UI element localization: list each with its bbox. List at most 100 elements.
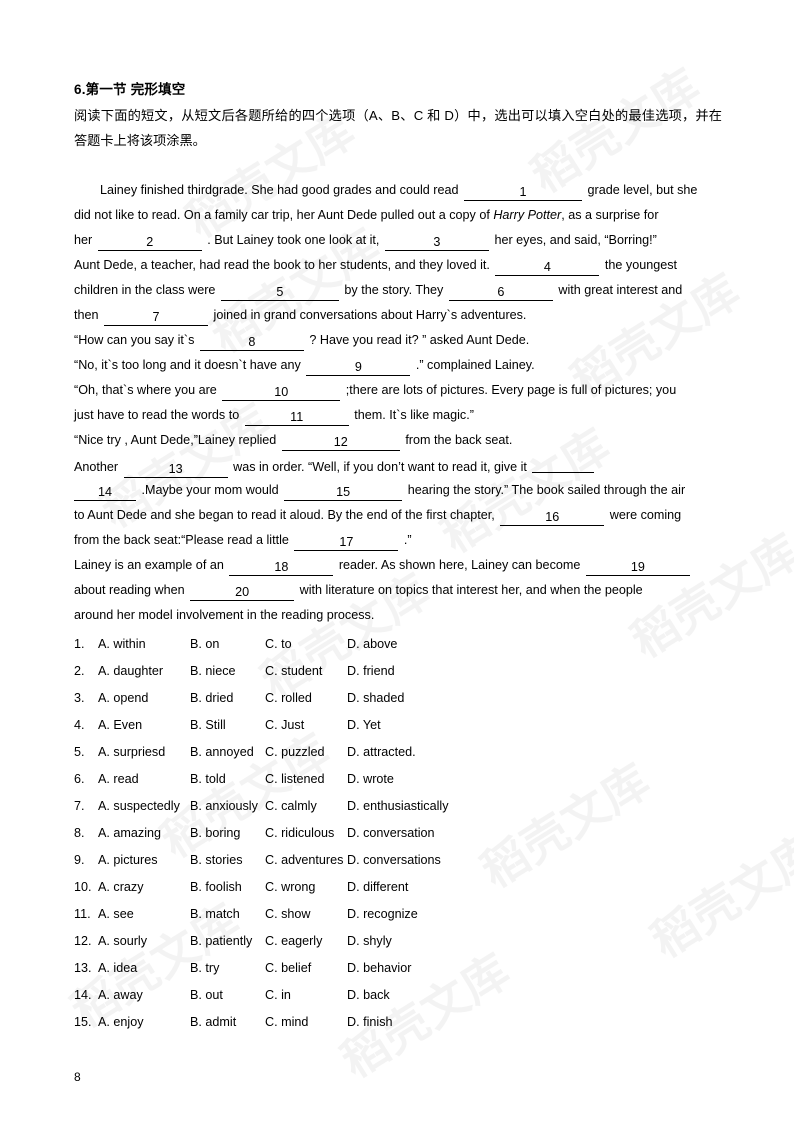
passage-line: around her model involvement in the read…	[74, 603, 722, 628]
option-choice-b[interactable]: B. niece	[190, 664, 265, 678]
option-choice-c[interactable]: C. in	[265, 988, 347, 1002]
option-number: 15.	[74, 1014, 92, 1029]
answer-blank-3[interactable]: 3	[384, 233, 489, 251]
option-choice-c[interactable]: C. wrong	[265, 880, 347, 894]
passage-line: then 7 joined in grand conversations abo…	[74, 303, 722, 328]
option-choice-c[interactable]: C. ridiculous	[265, 826, 347, 840]
option-choice-b[interactable]: B. on	[190, 637, 265, 651]
option-choice-a[interactable]: A. opend	[98, 691, 190, 705]
option-choice-b[interactable]: B. told	[190, 772, 265, 786]
option-choice-d[interactable]: D. shyly	[347, 934, 392, 948]
answer-blank-9[interactable]: 9	[306, 358, 411, 376]
option-choice-b[interactable]: B. anxiously	[190, 799, 265, 813]
option-choice-d[interactable]: D. attracted.	[347, 745, 416, 759]
option-row: 14. A. away B. out C. in D. back	[74, 981, 734, 1008]
passage-text: was in order. “Well, if you don’t want t…	[233, 460, 527, 474]
answer-blank-5[interactable]: 5	[220, 283, 339, 301]
answer-blank-14[interactable]: 14	[74, 483, 136, 501]
option-number: 11.	[74, 906, 91, 921]
option-choice-a[interactable]: A. Even	[98, 718, 190, 732]
option-choice-d[interactable]: D. finish	[347, 1015, 393, 1029]
option-choice-c[interactable]: C. eagerly	[265, 934, 347, 948]
option-choice-c[interactable]: C. student	[265, 664, 347, 678]
answer-blank-20[interactable]: 20	[190, 583, 295, 601]
option-choice-c[interactable]: C. calmly	[265, 799, 347, 813]
option-choice-b[interactable]: B. dried	[190, 691, 265, 705]
option-choice-a[interactable]: A. away	[98, 988, 190, 1002]
option-choice-a[interactable]: A. crazy	[98, 880, 190, 894]
option-choice-a[interactable]: A. daughter	[98, 664, 190, 678]
option-choice-b[interactable]: B. boring	[190, 826, 265, 840]
option-choice-a[interactable]: A. see	[98, 907, 190, 921]
option-row: 12. A. sourly B. patiently C. eagerly D. shy…	[74, 927, 734, 954]
passage-line: “Nice try , Aunt Dede,”Lainey replied 12…	[74, 428, 722, 453]
answer-blank-12[interactable]: 12	[281, 433, 400, 451]
option-choice-d[interactable]: D. shaded	[347, 691, 404, 705]
answer-blank-16[interactable]: 16	[500, 508, 605, 526]
option-choice-d[interactable]: D. Yet	[347, 718, 381, 732]
option-choice-d[interactable]: D. behavior	[347, 961, 411, 975]
option-choice-a[interactable]: A. suspectedly	[98, 799, 190, 813]
option-choice-c[interactable]: C. belief	[265, 961, 347, 975]
answer-blank[interactable]	[532, 455, 595, 473]
answer-blank-19[interactable]: 19	[585, 558, 690, 576]
option-choice-c[interactable]: C. to	[265, 637, 347, 651]
answer-blank-7[interactable]: 7	[104, 308, 209, 326]
option-choice-d[interactable]: D. conversation	[347, 826, 435, 840]
option-choice-a[interactable]: A. read	[98, 772, 190, 786]
option-row: 1. A. within B. on C. to D. above	[74, 630, 734, 657]
option-row: 6. A. read B. told C. listened D. wrote	[74, 765, 734, 792]
answer-blank-11[interactable]: 11	[244, 408, 349, 426]
passage-text: . But Lainey took one look at it,	[207, 233, 380, 247]
answer-blank-8[interactable]: 8	[199, 333, 304, 351]
option-choice-b[interactable]: B. patiently	[190, 934, 265, 948]
option-choice-b[interactable]: B. out	[190, 988, 265, 1002]
option-choice-b[interactable]: B. foolish	[190, 880, 265, 894]
option-choice-a[interactable]: A. idea	[98, 961, 190, 975]
answer-blank-1[interactable]: 1	[464, 183, 582, 201]
passage-line: about reading when 20 with literature on…	[74, 578, 722, 603]
answer-blank-15[interactable]: 15	[284, 483, 403, 501]
option-choice-a[interactable]: A. within	[98, 637, 190, 651]
passage-line: Another 13 was in order. “Well, if you d…	[74, 453, 722, 478]
option-row: 3. A. opend B. dried C. rolled D. shaded	[74, 684, 734, 711]
option-choice-b[interactable]: B. try	[190, 961, 265, 975]
answer-blank-2[interactable]: 2	[97, 233, 202, 251]
passage-text: then	[74, 308, 99, 322]
option-choice-a[interactable]: A. amazing	[98, 826, 190, 840]
option-choice-c[interactable]: C. mind	[265, 1015, 347, 1029]
option-choice-d[interactable]: D. above	[347, 637, 397, 651]
option-choice-c[interactable]: C. rolled	[265, 691, 347, 705]
option-choice-b[interactable]: B. Still	[190, 718, 265, 732]
option-choice-d[interactable]: D. back	[347, 988, 390, 1002]
option-choice-d[interactable]: D. wrote	[347, 772, 394, 786]
answer-blank-13[interactable]: 13	[123, 460, 228, 478]
passage-line: her 2 . But Lainey took one look at it, …	[74, 228, 722, 253]
option-choice-b[interactable]: B. stories	[190, 853, 265, 867]
option-choice-d[interactable]: D. friend	[347, 664, 395, 678]
option-row: 8. A. amazing B. boring C. ridiculous D. con…	[74, 819, 734, 846]
passage-line: 14 .Maybe your mom would 15 hearing the …	[74, 478, 722, 503]
option-choice-c[interactable]: C. adventures	[265, 853, 347, 867]
option-choice-a[interactable]: A. surpriesd	[98, 745, 190, 759]
option-choice-a[interactable]: A. sourly	[98, 934, 190, 948]
option-choice-d[interactable]: D. conversations	[347, 853, 441, 867]
option-choice-c[interactable]: C. show	[265, 907, 347, 921]
option-choice-d[interactable]: D. different	[347, 880, 408, 894]
answer-blank-18[interactable]: 18	[229, 558, 334, 576]
answer-blank-10[interactable]: 10	[222, 383, 341, 401]
option-choice-b[interactable]: B. admit	[190, 1015, 265, 1029]
option-choice-c[interactable]: C. listened	[265, 772, 347, 786]
option-choice-a[interactable]: A. enjoy	[98, 1015, 190, 1029]
option-choice-b[interactable]: B. annoyed	[190, 745, 265, 759]
option-choice-a[interactable]: A. pictures	[98, 853, 190, 867]
answer-blank-6[interactable]: 6	[448, 283, 553, 301]
option-choice-d[interactable]: D. recognize	[347, 907, 418, 921]
option-choice-d[interactable]: D. enthusiastically	[347, 799, 449, 813]
passage-text: to Aunt Dede and she began to read it al…	[74, 508, 495, 522]
answer-blank-17[interactable]: 17	[294, 533, 399, 551]
option-choice-c[interactable]: C. Just	[265, 718, 347, 732]
option-choice-b[interactable]: B. match	[190, 907, 265, 921]
option-choice-c[interactable]: C. puzzled	[265, 745, 347, 759]
answer-blank-4[interactable]: 4	[495, 258, 600, 276]
